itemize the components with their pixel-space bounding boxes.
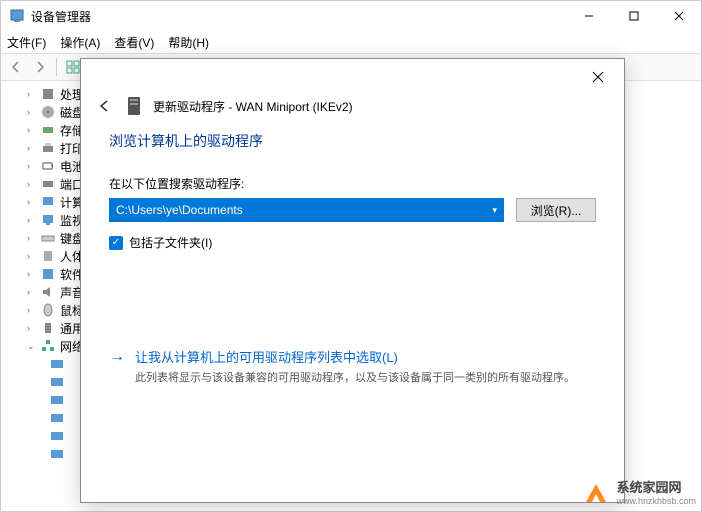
expander-open-icon[interactable]: ⌄ — [27, 341, 36, 352]
expander-icon[interactable]: › — [27, 215, 36, 225]
expander-icon[interactable]: › — [27, 161, 36, 171]
back-arrow-icon[interactable] — [5, 56, 27, 78]
menu-help[interactable]: 帮助(H) — [168, 34, 209, 51]
adapter-icon — [49, 410, 65, 426]
sound-icon — [40, 284, 56, 300]
adapter-icon — [49, 428, 65, 444]
expander-icon[interactable]: › — [27, 107, 36, 117]
forward-arrow-icon[interactable] — [29, 56, 51, 78]
cpu-icon — [40, 86, 56, 102]
close-button[interactable] — [656, 1, 701, 31]
path-combobox[interactable]: C:\Users\ye\Documents ▾ — [109, 198, 504, 222]
minimize-button[interactable] — [566, 1, 611, 31]
expander-icon[interactable]: › — [27, 305, 36, 315]
menu-action[interactable]: 操作(A) — [60, 34, 100, 51]
monitor-icon — [40, 212, 56, 228]
dialog-title: 更新驱动程序 - WAN Miniport (IKEv2) — [153, 98, 353, 115]
keyboard-icon — [40, 230, 56, 246]
pick-from-list-option[interactable]: → 让我从计算机上的可用驱动程序列表中选取(L) 此列表将显示与该设备兼容的可用… — [109, 347, 596, 387]
search-location-label: 在以下位置搜索驱动程序: — [109, 175, 596, 192]
watermark: 系统家园网 www.hnzkhbsb.com — [582, 477, 696, 506]
back-arrow-icon — [97, 99, 111, 113]
menubar: 文件(F) 操作(A) 查看(V) 帮助(H) — [1, 31, 701, 53]
chevron-down-icon: ▾ — [492, 205, 497, 216]
titlebar: 设备管理器 — [1, 1, 701, 31]
expander-icon[interactable]: › — [27, 143, 36, 153]
adapter-icon — [49, 392, 65, 408]
watermark-text: 系统家园网 — [616, 480, 681, 495]
battery-icon — [40, 158, 56, 174]
window-controls — [566, 1, 701, 31]
checkbox-checked-icon[interactable]: ✓ — [109, 236, 123, 250]
network-icon — [40, 338, 56, 354]
dialog-body: 浏览计算机上的驱动程序 在以下位置搜索驱动程序: C:\Users\ye\Doc… — [81, 131, 624, 502]
port-icon — [40, 176, 56, 192]
path-row: C:\Users\ye\Documents ▾ 浏览(R)... — [109, 198, 596, 222]
disk-icon — [40, 104, 56, 120]
pick-title: 让我从计算机上的可用驱动程序列表中选取(L) — [135, 347, 575, 366]
dialog-titlebar — [81, 59, 624, 95]
expander-icon[interactable]: › — [27, 125, 36, 135]
device-icon — [125, 95, 143, 117]
expander-icon[interactable]: › — [27, 251, 36, 261]
expander-icon[interactable]: › — [27, 197, 36, 207]
close-icon — [592, 71, 604, 83]
expander-icon[interactable]: › — [27, 233, 36, 243]
computer-icon — [40, 194, 56, 210]
window-title: 设备管理器 — [31, 8, 91, 25]
adapter-icon — [49, 446, 65, 462]
expander-icon[interactable]: › — [27, 287, 36, 297]
browse-button[interactable]: 浏览(R)... — [516, 198, 596, 222]
software-icon — [40, 266, 56, 282]
dialog-header: 更新驱动程序 - WAN Miniport (IKEv2) — [81, 95, 624, 131]
expander-icon[interactable]: › — [27, 89, 36, 99]
pick-description: 此列表将显示与该设备兼容的可用驱动程序，以及与该设备属于同一类别的所有驱动程序。 — [135, 370, 575, 387]
app-icon — [9, 8, 25, 24]
back-button[interactable] — [93, 95, 115, 117]
arrow-right-icon: → — [109, 347, 125, 387]
expander-icon[interactable]: › — [27, 323, 36, 333]
pick-text: 让我从计算机上的可用驱动程序列表中选取(L) 此列表将显示与该设备兼容的可用驱动… — [135, 347, 575, 387]
storage-icon — [40, 122, 56, 138]
update-driver-dialog: 更新驱动程序 - WAN Miniport (IKEv2) 浏览计算机上的驱动程… — [80, 58, 625, 503]
adapter-icon — [49, 374, 65, 390]
include-subfolders-row[interactable]: ✓ 包括子文件夹(I) — [109, 234, 596, 251]
printer-icon — [40, 140, 56, 156]
menu-file[interactable]: 文件(F) — [7, 34, 46, 51]
dialog-heading: 浏览计算机上的驱动程序 — [109, 131, 596, 151]
hid-icon — [40, 248, 56, 264]
include-subfolders-label: 包括子文件夹(I) — [129, 234, 212, 251]
usb-icon — [40, 320, 56, 336]
menu-view[interactable]: 查看(V) — [114, 34, 154, 51]
expander-icon[interactable]: › — [27, 179, 36, 189]
path-value: C:\Users\ye\Documents — [116, 203, 243, 217]
watermark-logo-icon — [582, 478, 610, 506]
toolbar-separator — [56, 58, 57, 76]
maximize-button[interactable] — [611, 1, 656, 31]
expander-icon[interactable]: › — [27, 269, 36, 279]
adapter-icon — [49, 356, 65, 372]
watermark-url: www.hnzkhbsb.com — [616, 496, 696, 506]
mouse-icon — [40, 302, 56, 318]
dialog-close-button[interactable] — [578, 62, 618, 92]
